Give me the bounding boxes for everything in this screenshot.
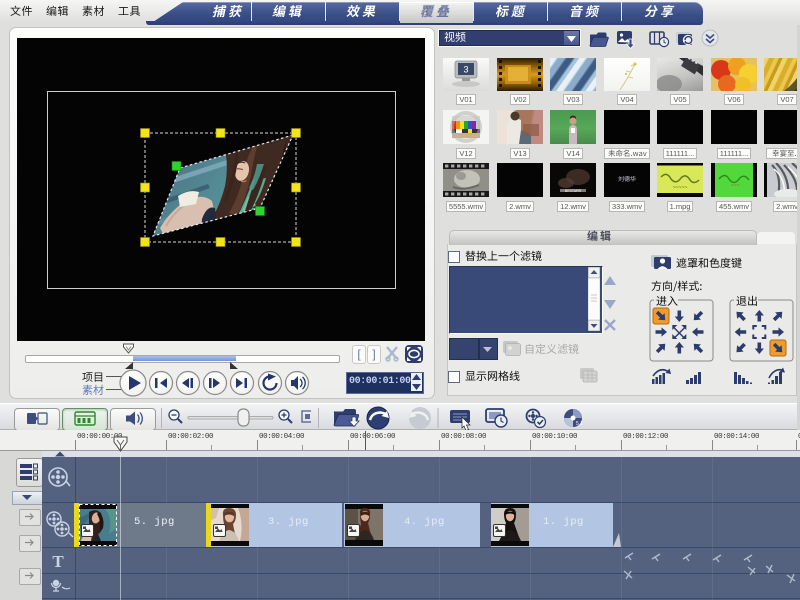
svg-text:5.1: 5.1 xyxy=(576,421,583,427)
svg-text:T: T xyxy=(52,552,64,571)
svg-text:~~~: ~~~ xyxy=(731,183,740,189)
svg-text:BESTARR: BESTARR xyxy=(565,189,582,193)
svg-text:3: 3 xyxy=(463,65,468,75)
svg-text:~~~~~: ~~~~~ xyxy=(673,185,688,191)
